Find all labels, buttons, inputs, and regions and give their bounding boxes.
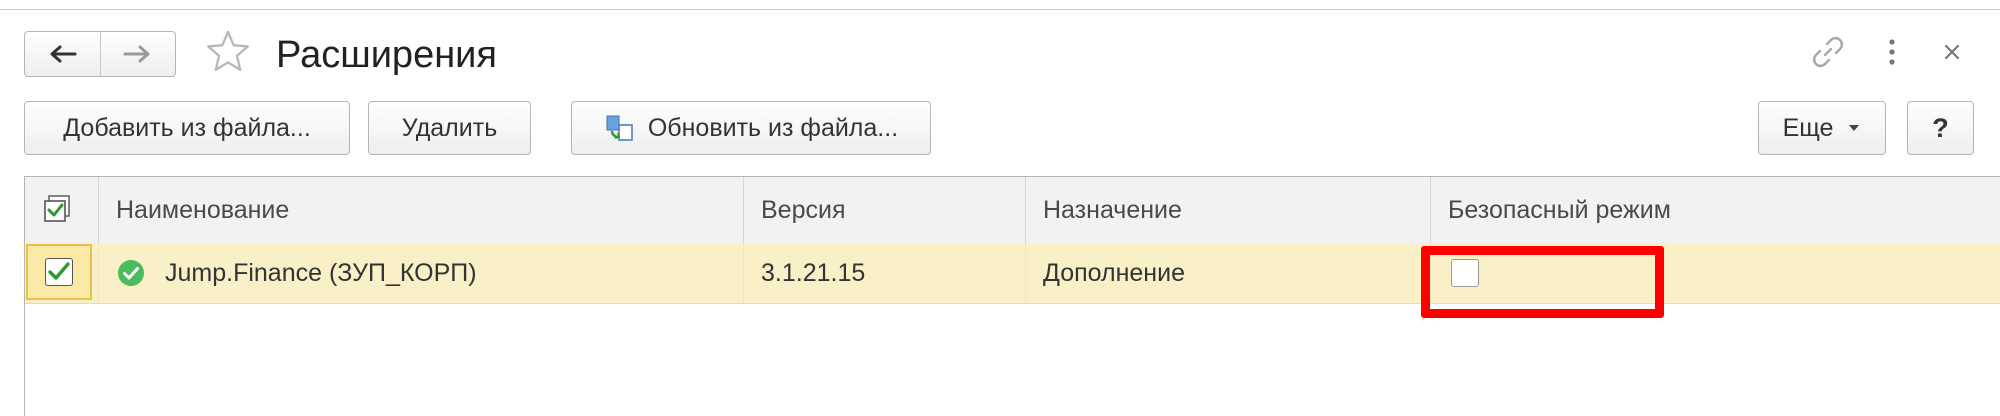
column-separator — [98, 243, 99, 303]
header-active-column[interactable] — [41, 177, 81, 243]
add-from-file-label: Добавить из файла... — [63, 113, 311, 142]
update-from-file-button[interactable]: Обновить из файла... — [571, 101, 931, 155]
column-separator — [743, 243, 744, 303]
add-from-file-button[interactable]: Добавить из файла... — [24, 101, 350, 155]
highlight-annotation — [1421, 246, 1664, 318]
back-arrow-icon — [50, 45, 77, 63]
checkbox-list-icon — [44, 195, 70, 222]
more-actions-button[interactable] — [1872, 32, 1912, 72]
table-row[interactable]: Jump.Finance (ЗУП_КОРП) 3.1.21.15 Дополн… — [25, 243, 2000, 304]
close-button[interactable] — [1932, 32, 1972, 72]
back-button[interactable] — [25, 32, 100, 76]
delete-button[interactable]: Удалить — [368, 101, 531, 155]
help-label: ? — [1932, 112, 1949, 143]
column-separator — [98, 177, 99, 243]
active-cell[interactable] — [26, 244, 92, 300]
header-version[interactable]: Версия — [761, 177, 846, 243]
delete-label: Удалить — [401, 113, 498, 142]
favorite-star-icon[interactable] — [204, 28, 252, 76]
column-separator — [743, 177, 744, 243]
chevron-down-icon — [1849, 125, 1860, 131]
help-button[interactable]: ? — [1907, 101, 1974, 155]
page-title: Расширения — [276, 34, 497, 76]
more-vertical-icon — [1889, 39, 1895, 65]
table-header: Наименование Версия Назначение Безопасны… — [25, 177, 2000, 244]
link-button[interactable] — [1808, 32, 1848, 72]
close-icon — [1944, 44, 1960, 60]
forward-button[interactable] — [99, 32, 176, 76]
header-name[interactable]: Наименование — [116, 177, 289, 243]
header-safe-mode[interactable]: Безопасный режим — [1448, 177, 1671, 243]
update-from-file-label: Обновить из файла... — [647, 113, 899, 142]
nav-button-group — [24, 31, 176, 77]
column-separator — [1025, 177, 1026, 243]
more-label: Еще — [1782, 113, 1834, 142]
window-top-border — [0, 0, 2000, 10]
checkmark-icon — [48, 262, 70, 280]
extension-name: Jump.Finance (ЗУП_КОРП) — [165, 259, 477, 287]
extensions-table: Наименование Версия Назначение Безопасны… — [24, 176, 2000, 416]
status-ok-icon — [118, 260, 144, 286]
forward-arrow-icon — [123, 45, 150, 63]
update-extension-icon — [606, 115, 633, 141]
active-checkbox[interactable] — [45, 258, 73, 286]
extension-purpose: Дополнение — [1043, 259, 1185, 287]
extension-version: 3.1.21.15 — [761, 259, 866, 287]
column-separator — [1430, 177, 1431, 243]
column-separator — [1025, 243, 1026, 303]
more-button[interactable]: Еще — [1758, 101, 1886, 155]
header-purpose[interactable]: Назначение — [1043, 177, 1182, 243]
link-icon — [1813, 37, 1843, 67]
